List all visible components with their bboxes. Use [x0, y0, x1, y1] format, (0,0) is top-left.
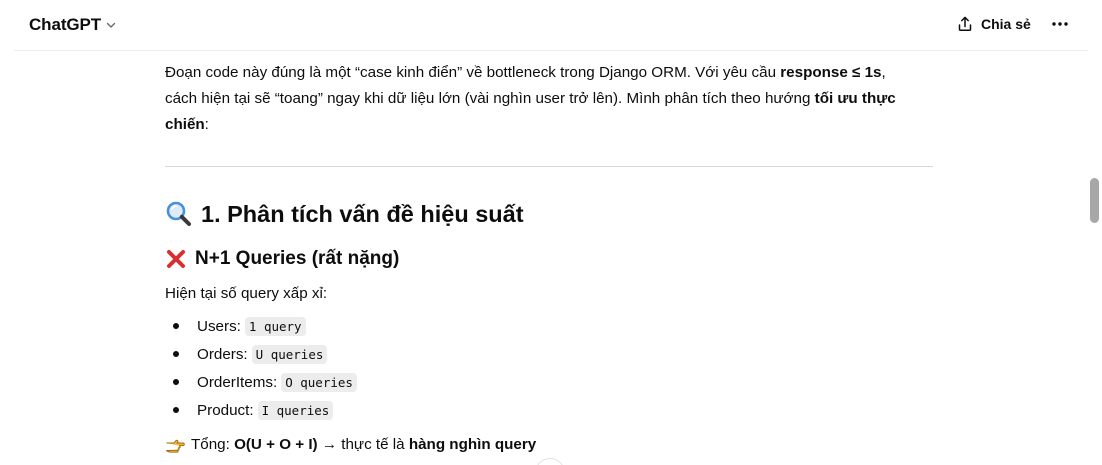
- pointing-hand-icon: [166, 439, 185, 453]
- summary-text: Tổng: O(U + O + I) → thực tế là hàng ngh…: [191, 436, 536, 453]
- bold-run: chiến: [165, 116, 205, 133]
- more-options-button[interactable]: [1046, 12, 1074, 36]
- text-run: → thực tế là: [317, 435, 409, 453]
- list-item: Orders: U queries: [165, 340, 357, 368]
- text-run: :: [204, 116, 209, 133]
- list-item-label: OrderItems:: [197, 373, 278, 391]
- subsection-heading: N+1 Queries (rất nặng): [165, 246, 399, 272]
- scroll-down-button[interactable]: [535, 458, 565, 465]
- bullet: [173, 351, 179, 357]
- chevron-down-icon: [106, 22, 116, 28]
- text-run: Đoạn code này đúng là một “case kinh điể…: [165, 64, 781, 81]
- scrollbar-track[interactable]: [1088, 0, 1102, 465]
- inline-code: O queries: [281, 372, 357, 392]
- share-label: Chia sẻ: [981, 16, 1031, 32]
- intro-text: Hiện tại số query xấp xỉ:: [165, 285, 328, 302]
- scrollbar-thumb[interactable]: [1090, 178, 1099, 223]
- list-item-label: Orders:: [197, 345, 248, 363]
- subsection-heading-text: N+1 Queries (rất nặng): [195, 248, 400, 269]
- list-item: OrderItems: O queries: [165, 368, 357, 396]
- summary-line: Tổng: O(U + O + I) → thực tế là hàng ngh…: [165, 432, 536, 456]
- bullet: [173, 323, 179, 329]
- bold-run: O(U + O + I): [234, 435, 318, 453]
- list-item-label: Users:: [197, 317, 241, 335]
- share-icon: [958, 16, 972, 31]
- model-selector[interactable]: ChatGPT: [29, 14, 117, 36]
- top-bar: ChatGPT Chia sẻ: [0, 0, 1088, 50]
- inline-code: 1 query: [244, 316, 306, 336]
- magnifier-icon: [166, 201, 191, 226]
- section-heading: 1. Phân tích vấn đề hiệu suất: [165, 197, 524, 231]
- bold-run: hàng nghìn query: [408, 435, 537, 453]
- list-item-label: Product:: [197, 401, 254, 419]
- assistant-message: Đoạn code này đúng là một “case kinh điể…: [165, 60, 933, 138]
- bullet: [173, 407, 179, 413]
- chat-window: ChatGPT Chia sẻ Đoạn code này đúng là mộ…: [0, 0, 1102, 465]
- section-divider: [165, 166, 933, 167]
- list-item: Users: 1 query: [165, 312, 357, 340]
- text-run: Tổng:: [191, 435, 235, 453]
- message-paragraph: Đoạn code này đúng là một “case kinh điể…: [165, 60, 933, 138]
- cross-mark-icon: [167, 250, 185, 268]
- more-icon: [1052, 22, 1068, 26]
- share-button[interactable]: Chia sẻ: [956, 11, 1031, 37]
- header-divider: [14, 50, 1088, 51]
- inline-code: U queries: [251, 344, 328, 364]
- model-name: ChatGPT: [29, 15, 102, 34]
- section-heading-text: 1. Phân tích vấn đề hiệu suất: [201, 200, 524, 227]
- inline-code: I queries: [257, 400, 334, 420]
- bold-run: tối ưu thực: [814, 90, 896, 107]
- bold-run: response ≤ 1s: [780, 64, 882, 81]
- text-run: cách hiện tại sẽ “toang” ngay khi dữ liệ…: [165, 90, 815, 107]
- text-run: ,: [881, 64, 886, 81]
- list-item: Product: I queries: [165, 396, 357, 424]
- bullet: [173, 379, 179, 385]
- query-list: Users: 1 query Orders: U queries OrderIt…: [165, 312, 357, 424]
